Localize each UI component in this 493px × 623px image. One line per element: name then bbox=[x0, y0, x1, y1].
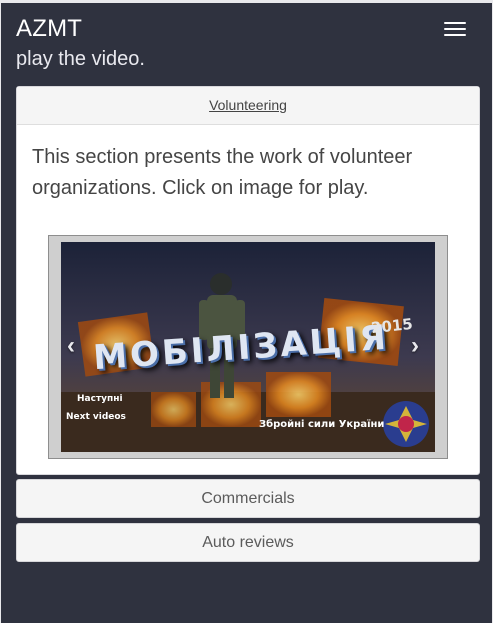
next-videos-label-en: Next videos bbox=[66, 412, 126, 422]
section-description: This section presents the work of volunt… bbox=[32, 146, 413, 199]
video-thumbnail[interactable]: МОБІЛІЗАЦІЯ 2015 Наступні Next videos Зб… bbox=[61, 242, 435, 452]
menu-bar bbox=[444, 22, 466, 24]
panel-header: Volunteering bbox=[17, 87, 479, 125]
chevron-left-icon[interactable]: ‹ bbox=[67, 332, 75, 360]
hamburger-menu-icon[interactable] bbox=[442, 20, 470, 40]
video-carousel: МОБІЛІЗАЦІЯ 2015 Наступні Next videos Зб… bbox=[48, 235, 448, 459]
page-background: AZMT play the video. Volunteering This s… bbox=[1, 3, 492, 623]
volunteering-panel: Volunteering This section presents the w… bbox=[16, 86, 480, 475]
menu-bar bbox=[444, 28, 466, 30]
org-label: Збройні сили України bbox=[259, 419, 385, 430]
brand-title[interactable]: AZMT bbox=[16, 15, 82, 43]
chevron-right-icon[interactable]: › bbox=[411, 332, 419, 360]
auto-reviews-button[interactable]: Auto reviews bbox=[16, 523, 480, 562]
menu-bar bbox=[444, 34, 466, 36]
page-subtitle: play the video. bbox=[16, 48, 145, 70]
next-videos-label-ua: Наступні bbox=[77, 394, 123, 404]
commercials-button[interactable]: Commercials bbox=[16, 479, 480, 518]
volunteering-tab-link[interactable]: Volunteering bbox=[209, 97, 287, 113]
